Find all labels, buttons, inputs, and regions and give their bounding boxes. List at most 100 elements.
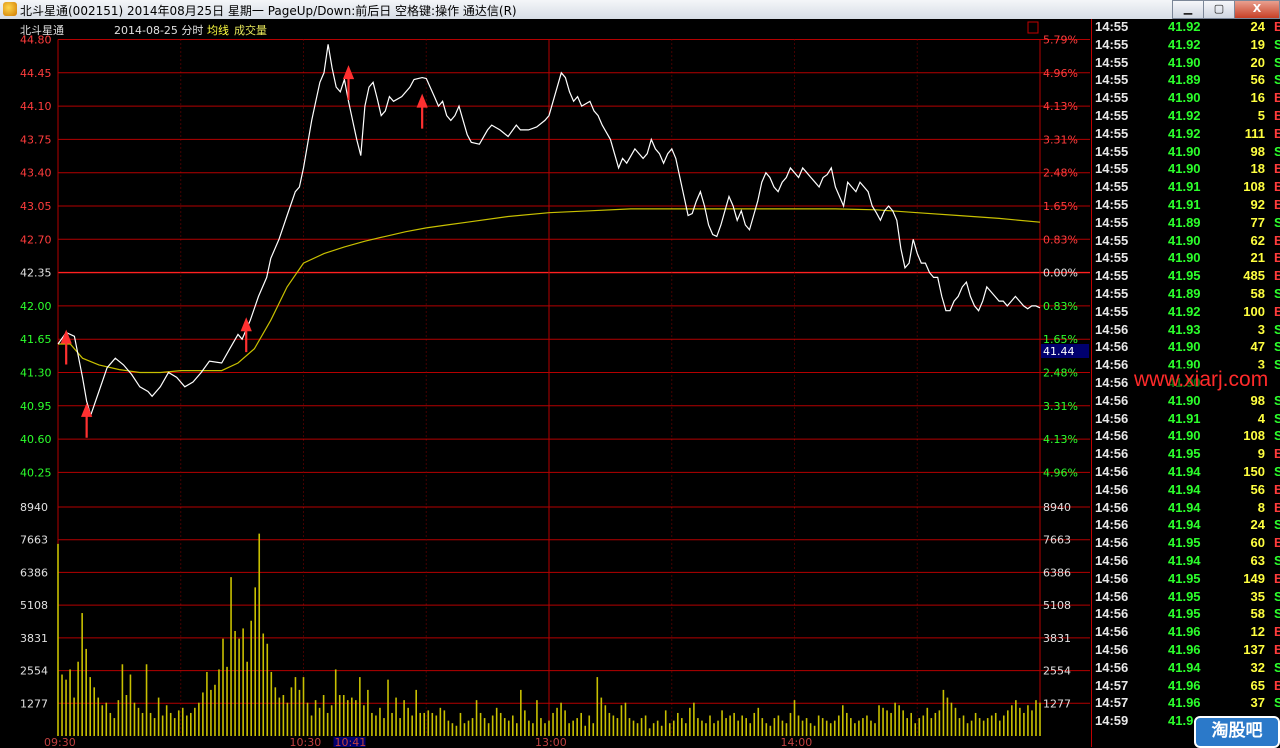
tick-price: 41.95 (1168, 535, 1201, 551)
tick-volume: 77 (1250, 214, 1265, 230)
tick-row: 14:55 41.91 108 B (1092, 179, 1280, 196)
volume-tick-label-right: 7663 (1043, 534, 1071, 547)
avg-line-label: 均线 (207, 23, 229, 37)
tick-direction: B (1274, 678, 1280, 693)
tick-direction: S (1274, 72, 1280, 87)
tick-row: 14:56 41.90 98 S (1092, 393, 1280, 410)
tick-direction: B (1274, 624, 1280, 639)
tick-price: 41.96 (1168, 695, 1201, 711)
pct-tick-label: 2.48% (1043, 367, 1078, 380)
tick-direction: S (1274, 411, 1280, 426)
pct-tick-label: 0.83% (1043, 233, 1078, 246)
tick-volume: 12 (1250, 624, 1265, 640)
tick-price: 41.90 (1168, 90, 1201, 106)
tick-price: 41.94 (1168, 517, 1201, 533)
maximize-button[interactable]: ▢ (1203, 0, 1235, 19)
tick-volume: 111 (1244, 125, 1265, 141)
tick-price: 41.90 (1168, 250, 1201, 266)
volume-tick-label-right: 3831 (1043, 632, 1071, 645)
tick-time: 14:56 (1095, 553, 1129, 568)
intraday-chart[interactable]: 北斗星通 2014-08-25 分时 均线 成交量 44.80 5.79%44.4… (0, 19, 1091, 747)
tick-row: 14:55 41.90 21 B (1092, 250, 1280, 267)
tick-time: 14:55 (1095, 161, 1129, 177)
volume-tick-label: 5108 (20, 599, 48, 612)
tick-direction: S (1274, 606, 1280, 621)
tick-time: 14:55 (1095, 143, 1129, 159)
tick-volume: 108 (1243, 179, 1265, 195)
minimize-button[interactable]: ▁ (1172, 0, 1204, 19)
tick-direction: S (1274, 357, 1280, 372)
window-titlebar: 北斗星通(002151) 2014年08月25日 星期一 PageUp/Down… (0, 0, 1280, 20)
tick-volume: 37 (1250, 695, 1265, 711)
tick-row: 14:56 41.94 150 S (1092, 464, 1280, 481)
tick-price: 41.90 (1168, 232, 1201, 248)
tick-volume: 24 (1250, 19, 1265, 34)
tick-price: 41.91 (1168, 197, 1201, 212)
price-tick-label: 44.45 (20, 67, 52, 80)
tick-direction: B (1274, 233, 1280, 248)
tick-volume: 149 (1243, 570, 1265, 586)
tick-volume: 150 (1243, 464, 1265, 479)
tick-row: 14:55 41.89 77 S (1092, 215, 1280, 232)
volume-tick-label-right: 8940 (1043, 501, 1071, 514)
time-label: 09:30 (44, 736, 76, 747)
tick-price: 41.92 (1168, 125, 1201, 141)
tick-price: 41.89 (1168, 214, 1201, 230)
tick-row: 14:56 41.95 60 B (1092, 535, 1280, 552)
price-tick-label: 43.05 (20, 200, 52, 213)
time-label: 13:00 (535, 736, 567, 747)
volume-tick-label: 1277 (20, 697, 48, 710)
tick-price: 41.92 (1168, 36, 1201, 52)
volume-label: 成交量 (234, 23, 267, 37)
tick-time: 14:56 (1095, 375, 1129, 390)
tick-time: 14:56 (1095, 517, 1129, 533)
time-label: 14:00 (781, 736, 813, 747)
tick-volume: 35 (1250, 588, 1265, 604)
tick-volume: 47 (1250, 339, 1265, 355)
window-title: 北斗星通(002151) 2014年08月25日 星期一 PageUp/Down… (20, 4, 517, 18)
tick-row: 14:56 41.90 108 S (1092, 428, 1280, 445)
tick-price: 41.9 (1168, 713, 1194, 729)
pct-tick-label: 5.79% (1043, 34, 1078, 47)
tick-price: 41.94 (1168, 499, 1201, 515)
tick-time: 14:55 (1095, 197, 1129, 212)
close-button[interactable]: X (1234, 0, 1280, 19)
tick-time: 14:55 (1095, 250, 1129, 266)
tick-time: 14:57 (1095, 677, 1129, 693)
tick-row: 14:56 41.95 149 B (1092, 571, 1280, 588)
tick-row: 14:56 41.90 47 S (1092, 339, 1280, 356)
tick-volume: 98 (1250, 392, 1265, 408)
tick-direction: B (1274, 197, 1280, 212)
tick-row: 14:55 41.92 100 B (1092, 304, 1280, 321)
tick-time: 14:55 (1095, 90, 1129, 106)
tick-price: 41.89 (1168, 72, 1201, 88)
tick-row: 14:56 41.94 56 B (1092, 482, 1280, 499)
tick-volume: 19 (1250, 36, 1265, 52)
price-tick-label: 42.70 (20, 233, 52, 246)
tick-direction: B (1274, 482, 1280, 497)
tick-time: 14:55 (1095, 72, 1129, 88)
date-label: 2014-08-25 分时 (114, 24, 203, 37)
tick-direction: B (1274, 161, 1280, 176)
tick-price: 41.95 (1168, 606, 1201, 622)
tick-direction: B (1274, 90, 1280, 105)
tick-volume: 8 (1257, 499, 1265, 515)
price-tick-label: 43.40 (20, 167, 52, 180)
tick-price: 41.90 (1168, 392, 1201, 408)
tick-row: 14:56 41.93 3S (1092, 322, 1280, 339)
tick-volume: 92 (1250, 197, 1265, 212)
tick-direction: B (1274, 179, 1280, 194)
tick-row: 14:55 41.90 18 B (1092, 161, 1280, 178)
tick-direction: B (1274, 108, 1280, 123)
tick-direction: S (1274, 322, 1280, 337)
tick-volume: 58 (1250, 606, 1265, 622)
tick-volume: 100 (1243, 303, 1265, 319)
tick-volume: 60 (1250, 535, 1265, 551)
tick-direction: S (1274, 428, 1280, 443)
pct-tick-label: 4.96% (1043, 67, 1078, 80)
tick-price: 41.91 (1168, 179, 1201, 195)
tick-direction: S (1274, 144, 1280, 159)
tick-row: 14:55 41.90 20 S (1092, 55, 1280, 72)
tick-time: 14:56 (1095, 481, 1129, 497)
watermark: www.xiarj.com (1132, 368, 1271, 392)
